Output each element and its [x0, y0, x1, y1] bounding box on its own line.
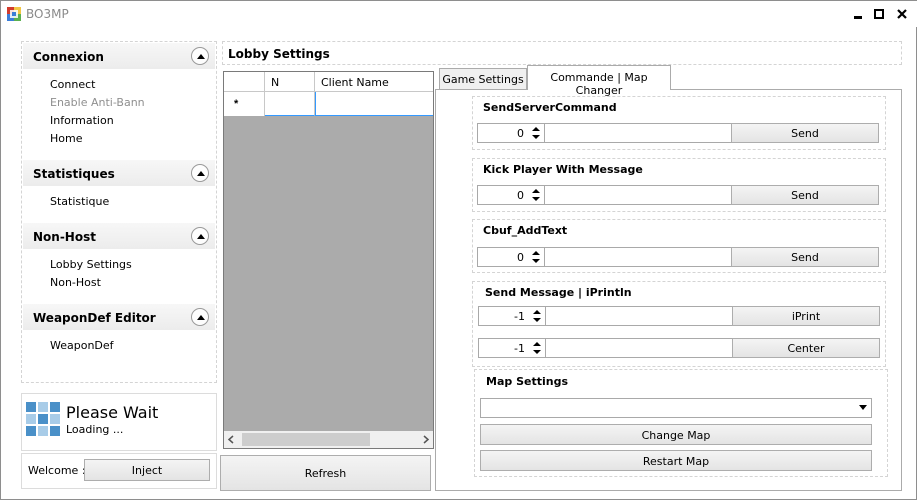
cbuf-addtext-stepper[interactable]: 0: [477, 247, 545, 267]
kick-player-message-input[interactable]: [544, 185, 732, 205]
page-title: Lobby Settings: [228, 47, 330, 61]
lobby-header-panel: Lobby Settings: [222, 41, 902, 65]
chevron-up-icon: [197, 54, 205, 59]
map-select-dropdown[interactable]: [480, 398, 872, 418]
app-icon: [7, 7, 21, 21]
stepper-arrows-icon[interactable]: [530, 249, 542, 265]
app-window: BO3MP Connexion Connect Enable Anti-Bann…: [0, 0, 917, 500]
loading-grid-icon: [26, 402, 60, 436]
status-panel: Please Wait Loading ...: [21, 393, 217, 451]
sidebar-item-home[interactable]: Home: [50, 132, 82, 145]
refresh-button[interactable]: Refresh: [220, 455, 431, 491]
tab-commande-map-changer[interactable]: Commande | Map Changer: [527, 65, 671, 97]
close-button[interactable]: [893, 5, 911, 23]
column-header-client-name[interactable]: Client Name: [315, 72, 433, 92]
group-title: Kick Player With Message: [483, 163, 643, 176]
center-stepper[interactable]: -1: [478, 338, 546, 358]
collapse-weapondef-button[interactable]: [191, 308, 209, 326]
kick-player-send-button[interactable]: Send: [731, 185, 879, 205]
section-title: WeaponDef Editor: [33, 311, 156, 325]
iprint-button[interactable]: iPrint: [732, 306, 880, 326]
window-title: BO3MP: [26, 7, 69, 21]
sidebar-item-lobby-settings[interactable]: Lobby Settings: [50, 258, 132, 271]
change-map-button[interactable]: Change Map: [480, 424, 872, 445]
section-header-statistiques[interactable]: Statistiques: [23, 160, 215, 186]
welcome-panel: Welcome : Inject: [21, 453, 217, 489]
section-title: Non-Host: [33, 230, 96, 244]
stepper-arrows-icon[interactable]: [531, 308, 543, 324]
stepper-value: 0: [517, 189, 524, 202]
chevron-up-icon: [197, 171, 205, 176]
sidebar-item-connect[interactable]: Connect: [50, 78, 95, 91]
scroll-right-icon[interactable]: [422, 435, 430, 444]
grid-row-header-corner: [224, 72, 265, 92]
send-server-command-stepper[interactable]: 0: [477, 123, 545, 143]
section-title: Statistiques: [33, 167, 115, 181]
stepper-arrows-icon[interactable]: [530, 125, 542, 141]
group-title: Cbuf_AddText: [483, 224, 568, 237]
grid-header-row: N Client Name: [224, 72, 433, 92]
maximize-button[interactable]: [870, 5, 888, 23]
group-title: Send Message | iPrintln: [485, 286, 632, 299]
send-server-command-input[interactable]: [544, 123, 732, 143]
section-header-connexion[interactable]: Connexion: [23, 43, 215, 69]
inject-button[interactable]: Inject: [84, 459, 210, 481]
sidebar-item-information[interactable]: Information: [50, 114, 114, 127]
chevron-up-icon: [197, 234, 205, 239]
welcome-label: Welcome :: [28, 464, 86, 477]
group-title: SendServerCommand: [483, 101, 617, 114]
chevron-up-icon: [197, 315, 205, 320]
horizontal-scrollbar[interactable]: [224, 431, 433, 448]
kick-player-stepper[interactable]: 0: [477, 185, 545, 205]
caret-down-icon: [859, 405, 867, 410]
group-title: Map Settings: [486, 375, 568, 388]
stepper-value: -1: [514, 342, 525, 355]
stepper-value: -1: [514, 310, 525, 323]
iprint-message-input[interactable]: [545, 306, 733, 326]
collapse-connexion-button[interactable]: [191, 47, 209, 65]
cell-client-name[interactable]: [315, 92, 433, 116]
restart-map-button[interactable]: Restart Map: [480, 450, 872, 471]
iprint-stepper[interactable]: -1: [478, 306, 546, 326]
section-header-non-host[interactable]: Non-Host: [23, 223, 215, 249]
section-header-weapondef-editor[interactable]: WeaponDef Editor: [23, 304, 215, 330]
status-subtitle: Loading ...: [66, 423, 124, 436]
table-row[interactable]: *: [224, 92, 433, 116]
cbuf-addtext-input[interactable]: [544, 247, 732, 267]
center-button[interactable]: Center: [732, 338, 880, 358]
title-bar[interactable]: BO3MP: [1, 1, 917, 27]
stepper-arrows-icon[interactable]: [530, 187, 542, 203]
client-grid[interactable]: N Client Name *: [223, 71, 434, 449]
new-row-marker: *: [224, 92, 265, 116]
close-icon: [897, 9, 907, 19]
collapse-non-host-button[interactable]: [191, 227, 209, 245]
collapse-statistiques-button[interactable]: [191, 164, 209, 182]
scroll-left-icon[interactable]: [227, 435, 235, 444]
scrollbar-thumb[interactable]: [242, 433, 370, 446]
cbuf-addtext-send-button[interactable]: Send: [731, 247, 879, 267]
minimize-button[interactable]: [849, 5, 867, 23]
section-title: Connexion: [33, 50, 104, 64]
stepper-value: 0: [517, 127, 524, 140]
stepper-value: 0: [517, 251, 524, 264]
maximize-icon: [874, 9, 884, 19]
sidebar-panel: [21, 41, 217, 383]
column-header-n[interactable]: N: [265, 72, 315, 92]
minimize-icon: [854, 16, 862, 19]
tab-game-settings[interactable]: Game Settings: [439, 68, 527, 89]
sidebar-item-enable-anti-bann: Enable Anti-Bann: [50, 96, 145, 109]
sidebar-item-non-host[interactable]: Non-Host: [50, 276, 101, 289]
center-message-input[interactable]: [545, 338, 733, 358]
send-server-command-button[interactable]: Send: [731, 123, 879, 143]
stepper-arrows-icon[interactable]: [531, 340, 543, 356]
sidebar-item-weapondef[interactable]: WeaponDef: [50, 339, 114, 352]
sidebar-item-statistique[interactable]: Statistique: [50, 195, 109, 208]
status-title: Please Wait: [66, 403, 159, 422]
cell-n[interactable]: [265, 92, 315, 116]
